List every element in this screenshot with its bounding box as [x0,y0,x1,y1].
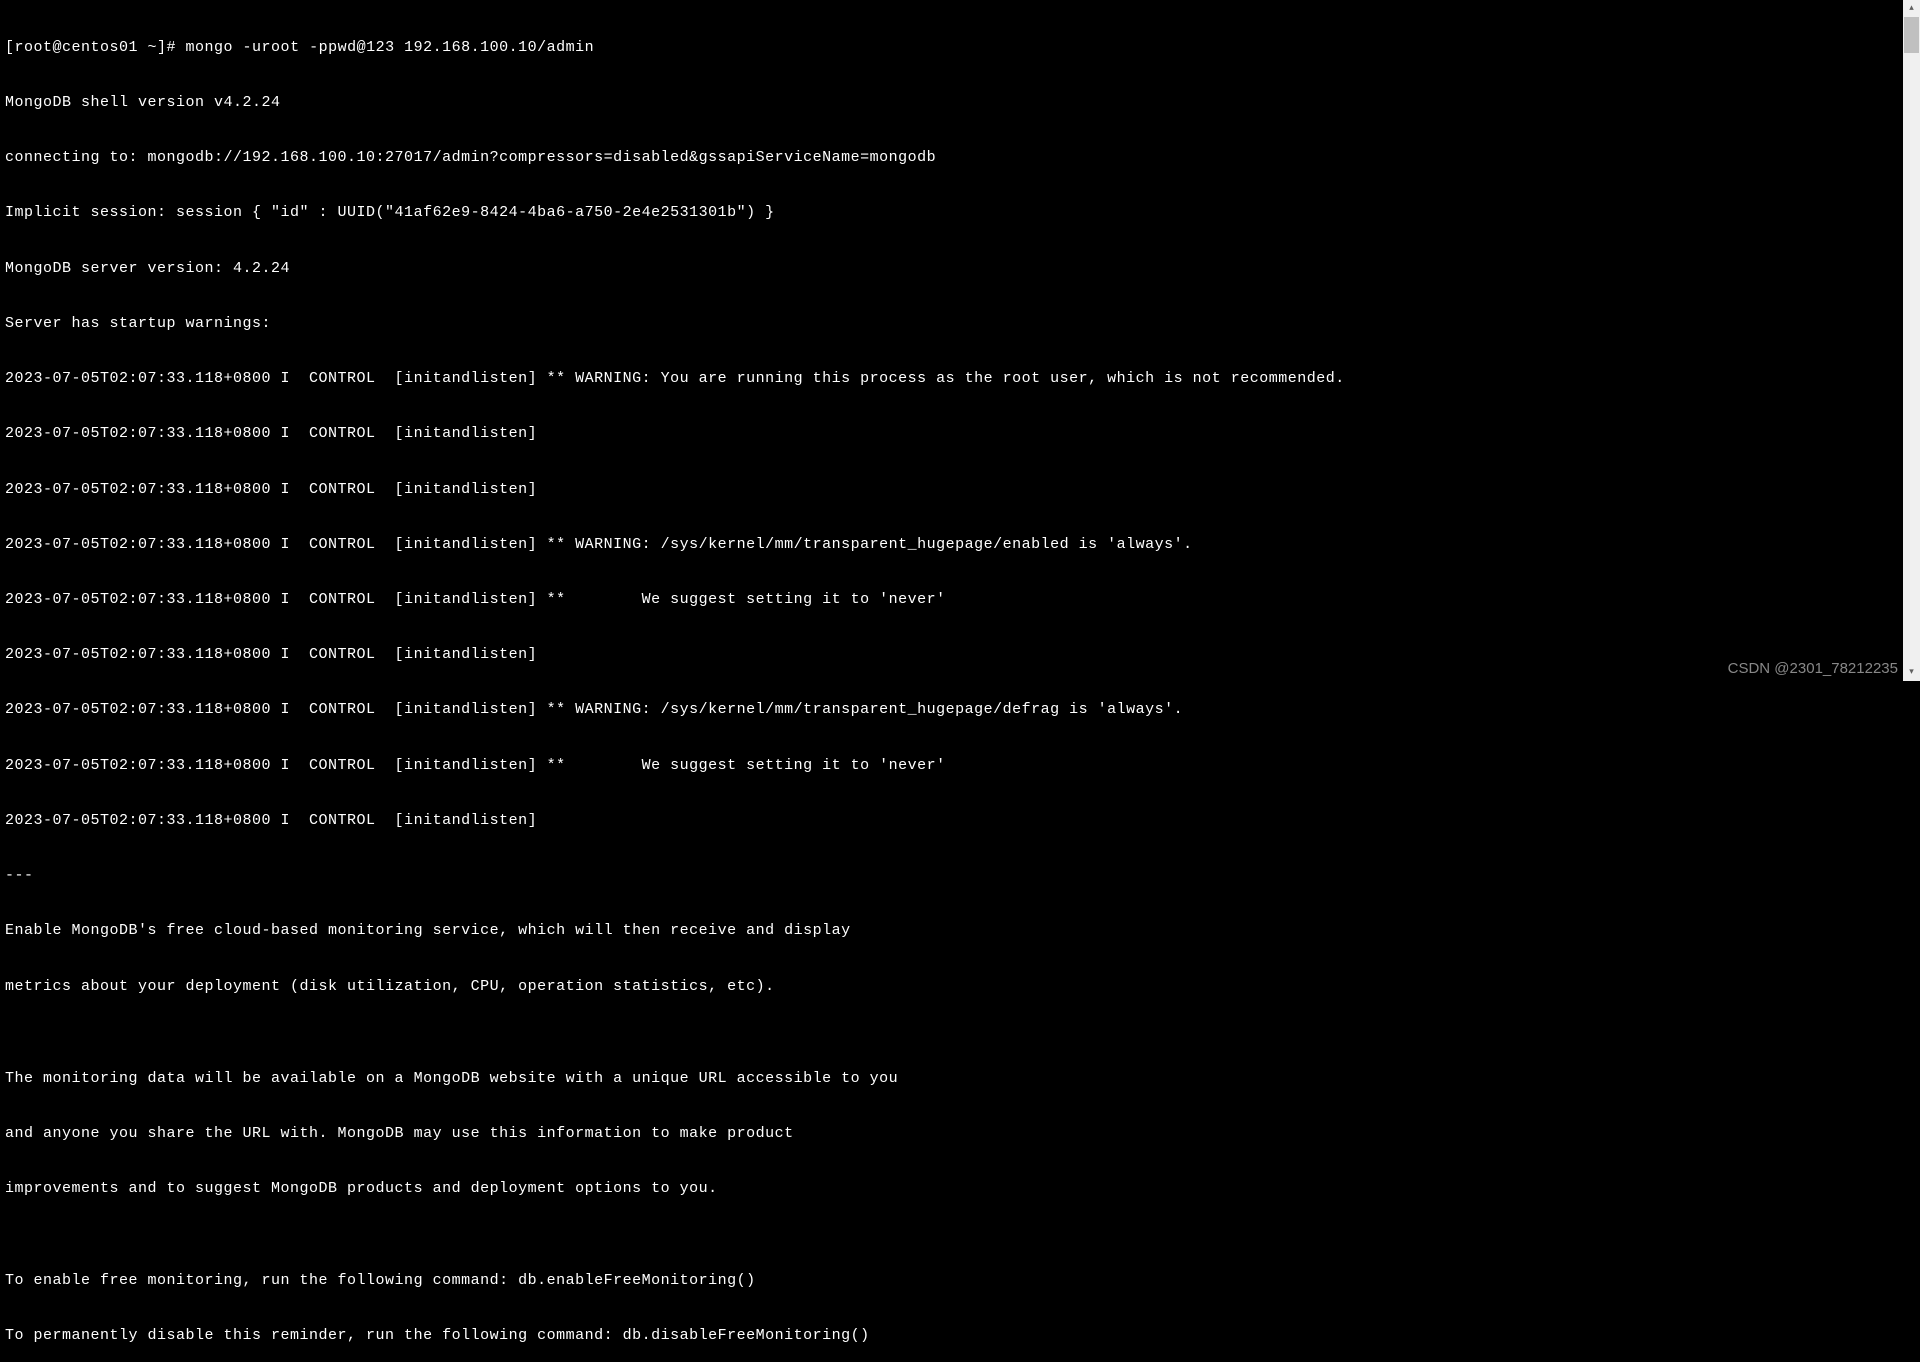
output-line: and anyone you share the URL with. Mongo… [5,1125,1915,1143]
output-line: 2023-07-05T02:07:33.118+0800 I CONTROL [… [5,591,1915,609]
shell-command: mongo -uroot -ppwd@123 192.168.100.10/ad… [186,39,595,56]
output-line: Enable MongoDB's free cloud-based monito… [5,922,1915,940]
output-line: To permanently disable this reminder, ru… [5,1327,1915,1345]
output-line: improvements and to suggest MongoDB prod… [5,1180,1915,1198]
vertical-scrollbar[interactable]: ▴ ▾ [1903,0,1920,681]
output-line: 2023-07-05T02:07:33.118+0800 I CONTROL [… [5,812,1915,830]
terminal-window[interactable]: [root@centos01 ~]# mongo -uroot -ppwd@12… [5,2,1915,1362]
output-line: Implicit session: session { "id" : UUID(… [5,204,1915,222]
output-line: 2023-07-05T02:07:33.118+0800 I CONTROL [… [5,370,1915,388]
output-line: 2023-07-05T02:07:33.118+0800 I CONTROL [… [5,425,1915,443]
watermark-text: CSDN @2301_78212235 [1728,660,1898,678]
output-line: 2023-07-05T02:07:33.118+0800 I CONTROL [… [5,536,1915,554]
output-line: 2023-07-05T02:07:33.118+0800 I CONTROL [… [5,646,1915,664]
scroll-up-arrow-icon[interactable]: ▴ [1903,0,1920,17]
output-line: 2023-07-05T02:07:33.118+0800 I CONTROL [… [5,757,1915,775]
output-line: connecting to: mongodb://192.168.100.10:… [5,149,1915,167]
output-line: 2023-07-05T02:07:33.118+0800 I CONTROL [… [5,481,1915,499]
output-line: 2023-07-05T02:07:33.118+0800 I CONTROL [… [5,701,1915,719]
shell-prompt: [root@centos01 ~]# [5,39,176,56]
output-line: MongoDB server version: 4.2.24 [5,260,1915,278]
scrollbar-thumb[interactable] [1904,17,1919,53]
output-line: The monitoring data will be available on… [5,1070,1915,1088]
output-line: Server has startup warnings: [5,315,1915,333]
output-line: --- [5,867,1915,885]
shell-prompt-line: [root@centos01 ~]# mongo -uroot -ppwd@12… [5,39,1915,57]
output-line: To enable free monitoring, run the follo… [5,1272,1915,1290]
scroll-down-arrow-icon[interactable]: ▾ [1903,664,1920,681]
output-line: metrics about your deployment (disk util… [5,978,1915,996]
output-line: MongoDB shell version v4.2.24 [5,94,1915,112]
scrollbar-track[interactable] [1903,17,1920,664]
